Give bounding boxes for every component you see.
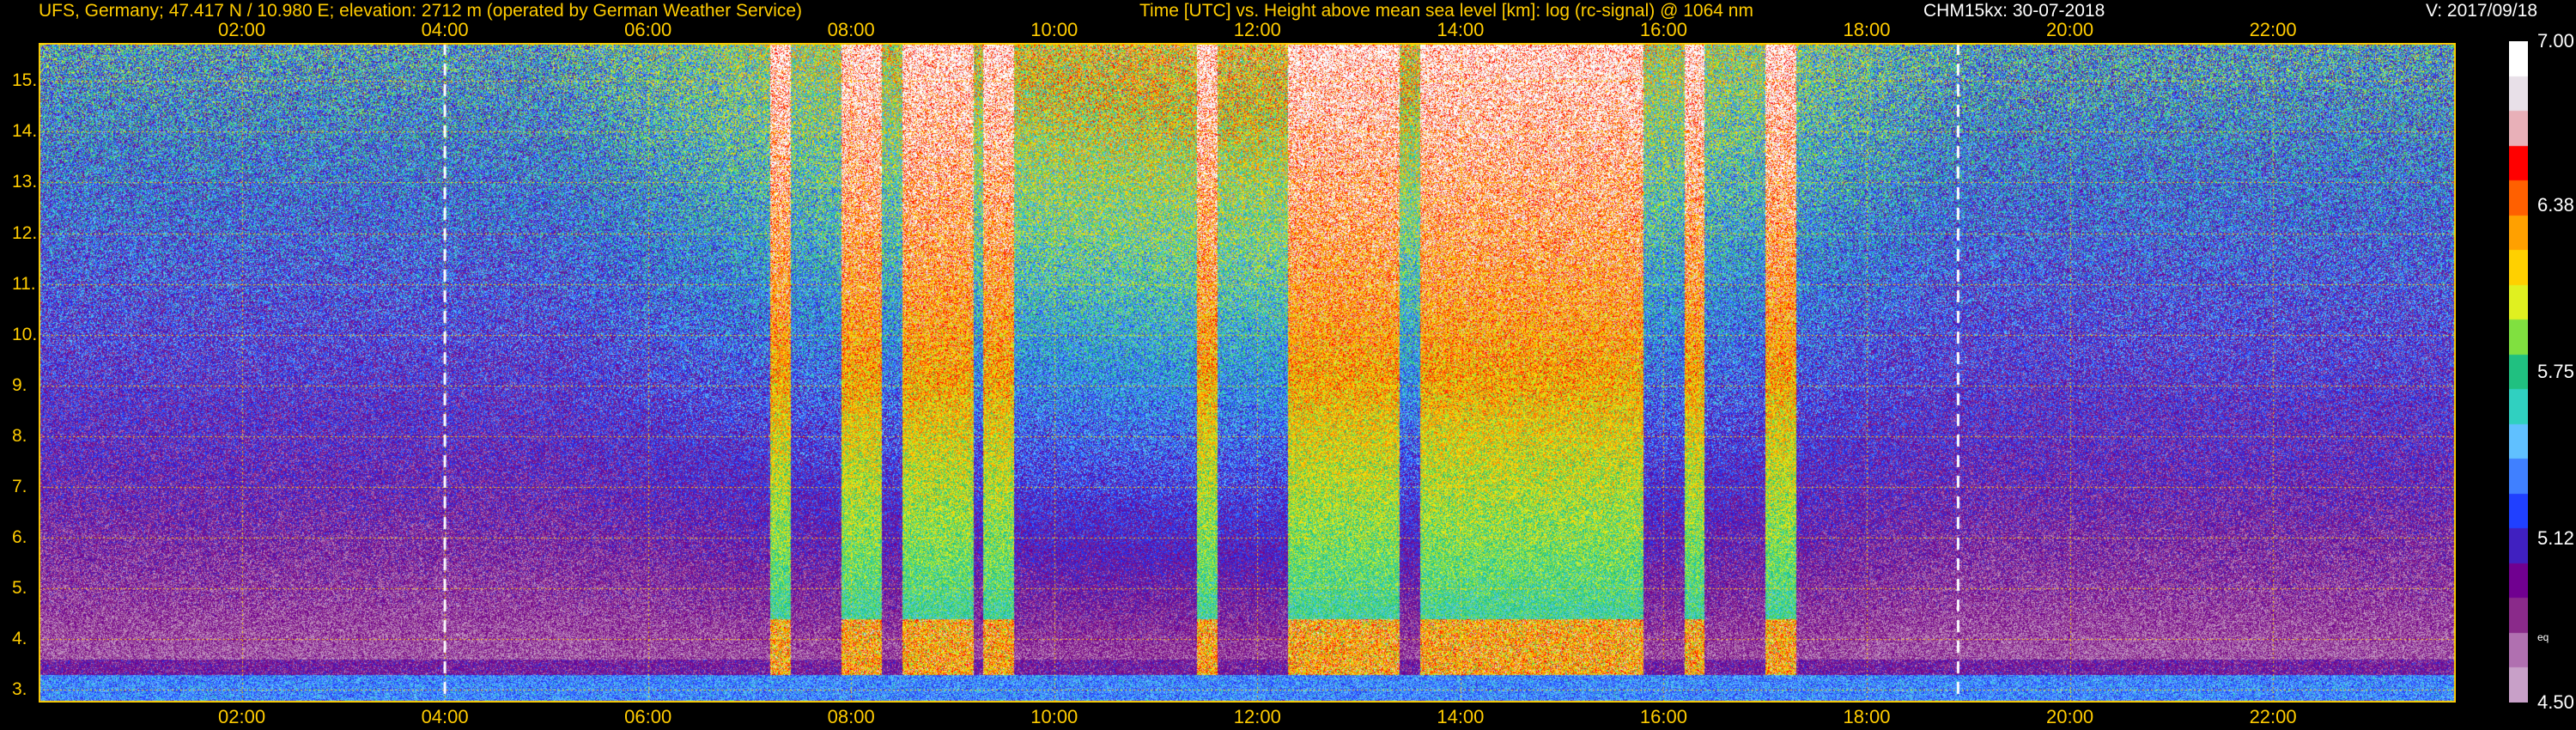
x-tick-bottom-label: 02:00 — [218, 706, 266, 727]
y-tick-label: 10. — [12, 324, 38, 344]
y-tick-label: 4. — [12, 629, 27, 649]
colorbar — [2509, 41, 2528, 703]
x-tick-top-label: 04:00 — [421, 19, 469, 40]
x-tick-top-label: 18:00 — [1843, 19, 1891, 40]
x-tick-bottom-label: 20:00 — [2046, 706, 2094, 727]
colorbar-tick-label: 7.00 — [2537, 30, 2574, 52]
x-tick-bottom-label: 16:00 — [1639, 706, 1687, 727]
x-tick-top-label: 20:00 — [2046, 19, 2094, 40]
colorbar-tick-label: 6.38 — [2537, 193, 2574, 216]
y-tick-label: 13. — [12, 172, 38, 192]
y-tick-label: 6. — [12, 527, 27, 547]
y-tick-label: 7. — [12, 476, 27, 496]
y-tick-label: 11. — [12, 273, 36, 294]
x-tick-top-label: 12:00 — [1233, 19, 1281, 40]
x-tick-top-label: 22:00 — [2249, 19, 2297, 40]
x-tick-bottom-label: 14:00 — [1437, 706, 1485, 727]
y-tick-label: 15. — [12, 70, 38, 91]
x-tick-top-label: 10:00 — [1030, 19, 1078, 40]
y-tick-label: 14. — [12, 121, 38, 142]
y-tick-label: 5. — [12, 578, 27, 599]
colorbar-tick-label: 5.12 — [2537, 527, 2574, 550]
x-tick-top-label: 16:00 — [1639, 19, 1687, 40]
x-tick-top-label: 08:00 — [827, 19, 875, 40]
x-tick-top-label: 02:00 — [218, 19, 266, 40]
colorbar-tick-label: 4.50 — [2537, 691, 2574, 713]
version-label: V: 2017/09/18 — [2426, 1, 2537, 21]
site-info: UFS, Germany; 47.417 N / 10.980 E; eleva… — [39, 1, 803, 21]
y-tick-label: 3. — [12, 679, 27, 700]
y-tick-label: 8. — [12, 425, 27, 446]
backscatter-heatmap — [39, 43, 2456, 703]
colorbar-tick-label: 5.75 — [2537, 361, 2574, 382]
x-tick-bottom-label: 04:00 — [421, 706, 469, 727]
colorbar-note: eq — [2537, 631, 2549, 643]
x-tick-bottom-label: 08:00 — [827, 706, 875, 727]
x-tick-bottom-label: 12:00 — [1233, 706, 1281, 727]
x-tick-bottom-label: 22:00 — [2249, 706, 2297, 727]
y-tick-label: 12. — [12, 222, 38, 243]
x-tick-top-label: 06:00 — [624, 19, 672, 40]
x-tick-bottom-label: 06:00 — [624, 706, 672, 727]
x-tick-top-label: 14:00 — [1437, 19, 1485, 40]
x-tick-bottom-label: 18:00 — [1843, 706, 1891, 727]
x-tick-bottom-label: 10:00 — [1030, 706, 1078, 727]
y-tick-label: 9. — [12, 374, 27, 395]
